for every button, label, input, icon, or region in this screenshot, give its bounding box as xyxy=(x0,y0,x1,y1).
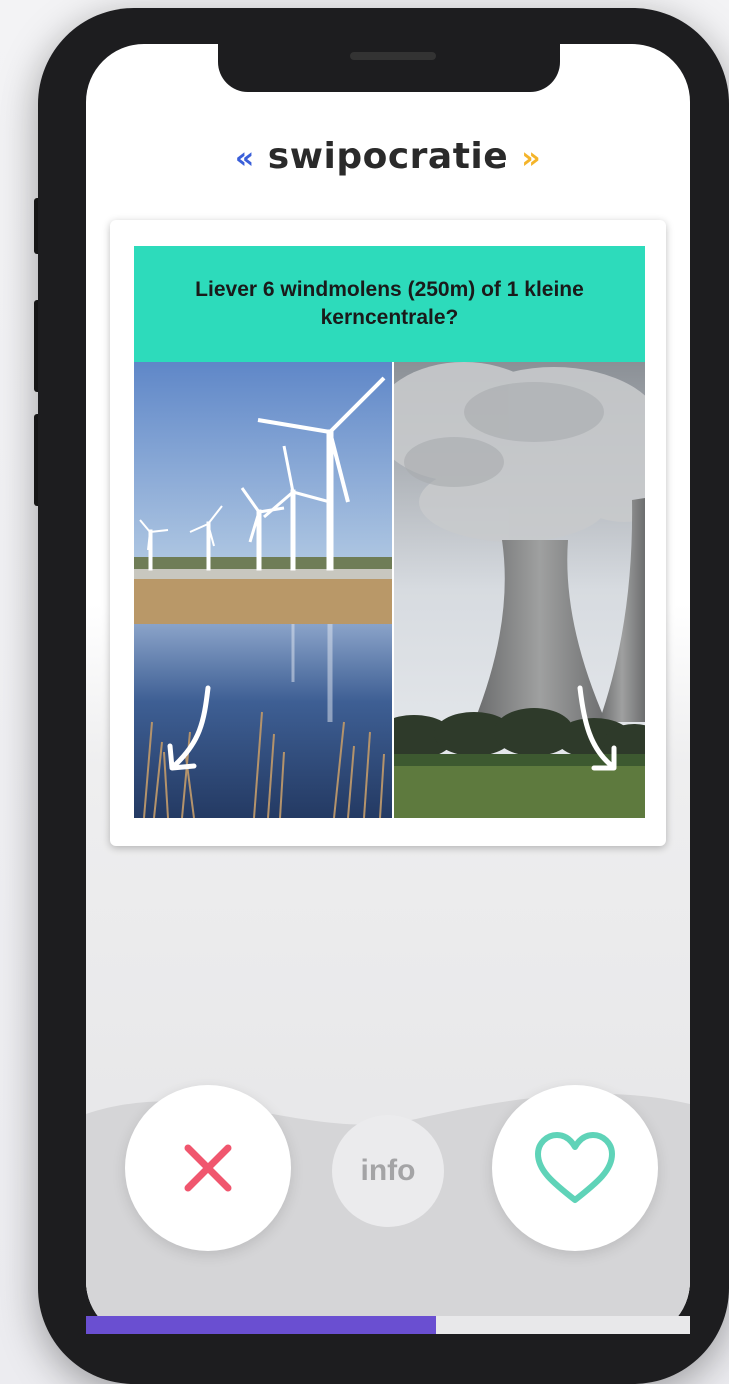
quote-right: » xyxy=(521,141,542,176)
quote-left: « xyxy=(234,141,255,176)
wind-turbines-photo xyxy=(134,362,392,818)
reject-button[interactable] xyxy=(125,1085,291,1251)
progress-bar xyxy=(86,1316,690,1334)
progress-fill xyxy=(86,1316,437,1334)
heart-icon xyxy=(535,1132,615,1203)
info-button[interactable]: info xyxy=(332,1115,444,1227)
app-title: « swipocratie » xyxy=(86,136,690,177)
nuclear-plant-photo xyxy=(394,362,645,818)
question-text: Liever 6 windmolens (250m) of 1 kleine k… xyxy=(134,246,645,362)
app-title-text: swipocratie xyxy=(267,136,509,177)
like-button[interactable] xyxy=(492,1085,658,1251)
x-icon xyxy=(184,1144,232,1192)
phone-speaker xyxy=(350,52,436,60)
